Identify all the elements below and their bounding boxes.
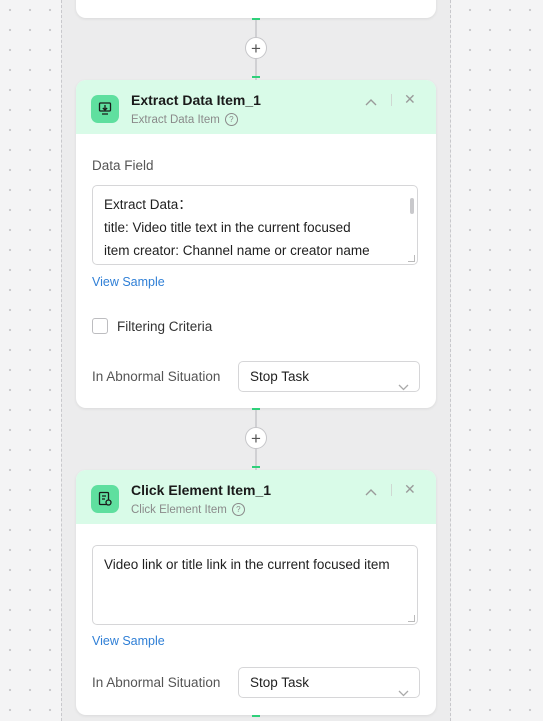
data-field-textarea[interactable]: Extract Data： title: Video title text in…	[92, 185, 418, 265]
textarea-scrollbar[interactable]	[410, 198, 414, 214]
help-circle-icon[interactable]: ?	[231, 503, 245, 516]
step-subtitle-row: Click Element Item ?	[131, 503, 245, 516]
add-step-button[interactable]: +	[245, 37, 267, 59]
data-field-line: Extract Data：	[104, 197, 192, 212]
add-step-button[interactable]: +	[245, 427, 267, 449]
connector-accent	[252, 76, 260, 78]
close-icon[interactable]: ✕	[404, 481, 416, 498]
step-subtitle: Extract Data Item	[131, 113, 220, 126]
chevron-up-icon[interactable]	[365, 93, 377, 111]
abnormal-situation-select[interactable]: Stop Task	[238, 667, 420, 698]
resize-handle[interactable]	[408, 615, 415, 622]
data-field-line: title: Video title text in the current f…	[104, 220, 351, 235]
chevron-down-icon	[398, 372, 409, 401]
step-subtitle-row: Extract Data Item ?	[131, 113, 238, 126]
filtering-criteria-label: Filtering Criteria	[117, 318, 213, 334]
click-element-card[interactable]: Click Element Item_1 Click Element Item …	[76, 470, 436, 715]
data-field-label: Data Field	[92, 158, 154, 173]
resize-handle[interactable]	[408, 255, 415, 262]
abnormal-situation-select[interactable]: Stop Task	[238, 361, 420, 392]
connector-accent	[252, 408, 260, 410]
connector-accent	[252, 715, 260, 717]
chevron-up-icon[interactable]	[365, 483, 377, 501]
chevron-down-icon	[398, 678, 409, 707]
help-circle-icon[interactable]: ?	[224, 113, 238, 126]
card-header: Extract Data Item_1 Extract Data Item ? …	[76, 80, 436, 134]
header-divider	[391, 94, 392, 106]
connector-accent	[252, 466, 260, 468]
plus-icon: +	[251, 38, 261, 58]
element-target-text: Video link or title link in the current …	[104, 557, 390, 572]
data-field-line: item creator: Channel name or creator na…	[104, 243, 370, 258]
element-target-textarea[interactable]: Video link or title link in the current …	[92, 545, 418, 625]
step-subtitle: Click Element Item	[131, 503, 227, 516]
header-divider	[391, 484, 392, 496]
filtering-criteria-row[interactable]: Filtering Criteria	[92, 318, 212, 334]
view-sample-link[interactable]: View Sample	[92, 634, 165, 648]
step-title: Click Element Item_1	[131, 482, 272, 498]
plus-icon: +	[251, 428, 261, 448]
close-icon[interactable]: ✕	[404, 91, 416, 108]
abnormal-situation-label: In Abnormal Situation	[92, 675, 221, 690]
select-value: Stop Task	[250, 675, 310, 690]
step-title: Extract Data Item_1	[131, 92, 261, 108]
view-sample-link[interactable]: View Sample	[92, 275, 165, 289]
filtering-criteria-checkbox[interactable]	[92, 318, 108, 334]
click-element-icon	[91, 485, 119, 513]
select-value: Stop Task	[250, 369, 310, 384]
previous-step-card[interactable]	[76, 0, 436, 18]
extract-data-card[interactable]: Extract Data Item_1 Extract Data Item ? …	[76, 80, 436, 408]
card-header: Click Element Item_1 Click Element Item …	[76, 470, 436, 524]
connector-accent	[252, 18, 260, 20]
extract-data-icon	[91, 95, 119, 123]
abnormal-situation-label: In Abnormal Situation	[92, 369, 221, 384]
